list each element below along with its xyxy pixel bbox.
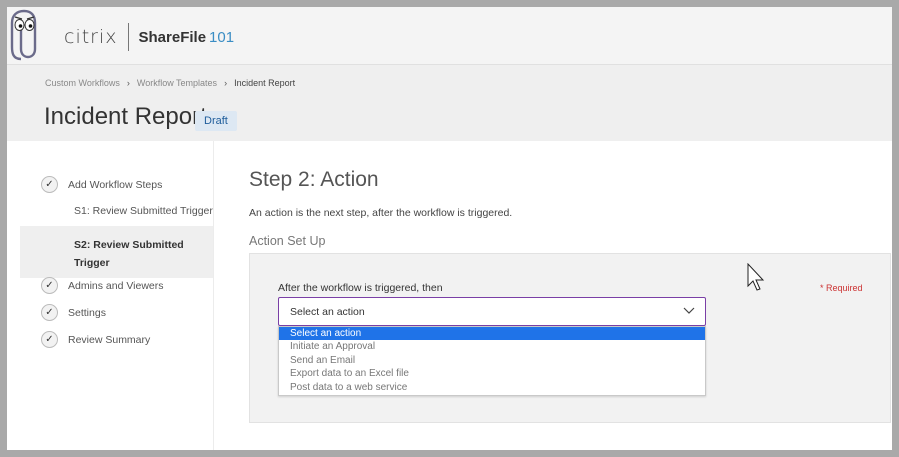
action-select[interactable]: Select an action: [278, 297, 706, 326]
chevron-right-icon: ›: [126, 78, 130, 88]
check-icon: ✓: [41, 331, 58, 348]
stepper-item-label: Settings: [68, 306, 106, 319]
stepper-item-review-summary[interactable]: ✓ Review Summary: [20, 331, 213, 348]
stepper-item-label: Review Summary: [68, 333, 151, 346]
check-icon: ✓: [41, 304, 58, 321]
status-badge: Draft: [195, 111, 237, 131]
citrix-wordmark: citrix: [64, 26, 118, 48]
title-band: Custom Workflows › Workflow Templates › …: [7, 65, 892, 141]
dropdown-option-post-web-service[interactable]: Post data to a web service: [279, 381, 705, 394]
stepper-subitem-s2[interactable]: S2: Review Submitted Trigger: [20, 226, 213, 278]
stepper-subitem-s1[interactable]: S1: Review Submitted Trigger: [20, 205, 213, 217]
chevron-down-icon: [683, 307, 695, 314]
paperclip-assistant-icon[interactable]: [7, 7, 41, 64]
brand-divider: [127, 23, 129, 51]
dropdown-option-send-email[interactable]: Send an Email: [279, 354, 705, 367]
product-name: ShareFile: [138, 28, 207, 46]
step-description: An action is the next step, after the wo…: [249, 207, 513, 219]
section-title: Action Set Up: [249, 234, 326, 248]
top-bar: citrix ShareFile 101: [7, 7, 892, 65]
stepper-item-add-workflow-steps[interactable]: ✓ Add Workflow Steps: [20, 176, 213, 193]
breadcrumb-custom-workflows[interactable]: Custom Workflows: [45, 78, 120, 88]
stepper-item-admins-and-viewers[interactable]: ✓ Admins and Viewers: [20, 277, 213, 294]
stepper-item-label: Admins and Viewers: [68, 279, 164, 292]
stepper-subitem-label: S1: Review Submitted Trigger: [74, 205, 213, 217]
product-suffix: 101: [209, 28, 235, 46]
breadcrumb: Custom Workflows › Workflow Templates › …: [45, 78, 295, 88]
chevron-right-icon: ›: [224, 78, 228, 88]
breadcrumb-current: Incident Report: [234, 78, 296, 88]
dropdown-option-export-excel[interactable]: Export data to an Excel file: [279, 367, 705, 380]
stepper-subitem-label: S2: Review Submitted Trigger: [74, 239, 184, 269]
mouse-pointer-icon: [747, 263, 765, 291]
dropdown-option-select-an-action[interactable]: Select an action: [279, 327, 705, 341]
breadcrumb-workflow-templates[interactable]: Workflow Templates: [137, 78, 217, 88]
page-title: Incident Report: [44, 103, 207, 130]
dropdown-option-initiate-approval[interactable]: Initiate an Approval: [279, 340, 705, 353]
stepper-item-label: Add Workflow Steps: [68, 178, 163, 191]
app-window: citrix ShareFile 101 Custom Workflows › …: [7, 7, 892, 450]
action-dropdown-list: Select an action Initiate an Approval Se…: [278, 326, 706, 396]
check-icon: ✓: [41, 277, 58, 294]
action-select-value: Select an action: [290, 306, 365, 318]
workflow-stepper: ✓ Add Workflow Steps S1: Review Submitte…: [20, 141, 214, 450]
brand-logo[interactable]: citrix ShareFile 101: [64, 23, 235, 51]
step-title: Step 2: Action: [249, 168, 379, 191]
required-note: * Required: [820, 283, 863, 293]
action-field-label: After the workflow is triggered, then: [278, 282, 443, 294]
stepper-item-settings[interactable]: ✓ Settings: [20, 304, 213, 321]
check-icon: ✓: [41, 176, 58, 193]
